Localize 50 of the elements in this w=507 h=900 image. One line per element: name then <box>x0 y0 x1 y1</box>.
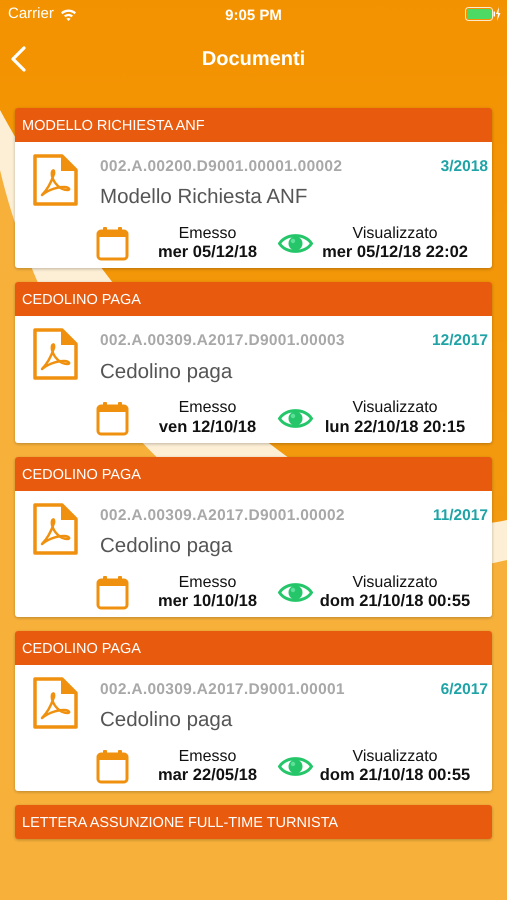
issued-date: mer 10/10/18 <box>158 592 258 612</box>
document-code: 002.A.00200.D9001.00001.00002 <box>100 157 342 177</box>
pdf-file-icon <box>32 502 78 555</box>
document-title: Cedolino paga <box>100 532 234 559</box>
viewed-date: lun 22/10/18 20:15 <box>324 418 466 437</box>
issued-label: Emesso <box>178 225 236 244</box>
viewed-date: dom 21/10/18 00:55 <box>320 766 470 786</box>
document-code: 002.A.00309.A2017.D9001.00002 <box>100 506 345 526</box>
issued-label: Emesso <box>178 748 236 766</box>
carrier-label: Carrier <box>8 4 54 24</box>
eye-icon <box>278 406 313 430</box>
viewed-label: Visualizzato <box>352 748 438 766</box>
category-header: MODELLO RICHIESTA ANF <box>15 108 492 142</box>
page-title: Documenti <box>202 47 306 72</box>
eye-icon <box>278 755 313 778</box>
pdf-file-icon <box>32 328 78 380</box>
eye-icon <box>278 232 313 256</box>
period-label: 12/2017 <box>432 331 488 352</box>
category-header: CEDOLINO PAGA <box>15 631 492 666</box>
viewed-label: Visualizzato <box>352 399 438 418</box>
calendar-icon <box>96 574 129 610</box>
issued-date: ven 12/10/18 <box>158 418 256 437</box>
calendar-icon <box>96 749 129 784</box>
period-label: 6/2017 <box>440 680 488 700</box>
document-title: Modello Richiesta ANF <box>100 184 308 210</box>
issued-date: mer 05/12/18 <box>158 243 258 262</box>
document-code: 002.A.00309.A2017.D9001.00001 <box>100 680 345 700</box>
pdf-file-icon <box>32 677 78 730</box>
category-header: CEDOLINO PAGA <box>15 282 492 316</box>
viewed-label: Visualizzato <box>352 574 438 592</box>
calendar-icon <box>96 226 129 262</box>
document-title: Cedolino paga <box>100 707 234 734</box>
category-header: CEDOLINO PAGA <box>15 456 492 491</box>
viewed-date: mer 05/12/18 22:02 <box>322 243 468 262</box>
category-header: LETTERA ASSUNZIONE FULL-TIME TURNISTA <box>15 805 492 840</box>
period-label: 3/2018 <box>440 157 488 177</box>
document-code: 002.A.00309.A2017.D9001.00003 <box>100 331 345 352</box>
eye-icon <box>278 580 313 604</box>
issued-label: Emesso <box>178 399 236 418</box>
time-label: 9:05 PM <box>225 6 282 26</box>
document-title: Cedolino paga <box>100 358 234 385</box>
pdf-file-icon <box>32 154 78 206</box>
wifi-icon <box>60 8 77 20</box>
battery-icon <box>465 7 501 21</box>
issued-date: mar 22/05/18 <box>158 766 258 786</box>
period-label: 11/2017 <box>432 506 488 526</box>
calendar-icon <box>96 400 129 436</box>
issued-label: Emesso <box>178 574 236 592</box>
viewed-label: Visualizzato <box>352 225 438 244</box>
viewed-date: dom 21/10/18 00:55 <box>320 592 470 612</box>
